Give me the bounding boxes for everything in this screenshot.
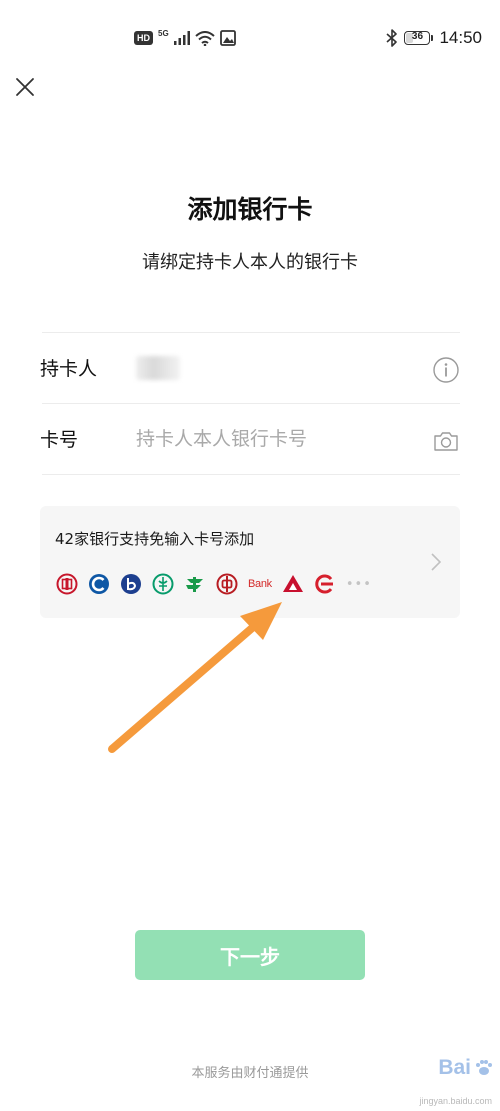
watermark: Bai xyxy=(438,1056,494,1080)
status-right-icons: 36 14:50 xyxy=(386,26,482,50)
next-step-button[interactable]: 下一步 xyxy=(135,930,365,980)
info-icon[interactable] xyxy=(432,356,460,384)
camera-icon[interactable] xyxy=(432,427,460,455)
paw-icon xyxy=(476,1060,492,1075)
network-type: 5G xyxy=(158,28,169,38)
bank-logo-list: Bank ••• xyxy=(56,573,372,595)
ccb-bank-icon xyxy=(89,574,109,594)
status-time: 14:50 xyxy=(439,28,482,47)
boc-bank-icon xyxy=(216,573,238,595)
card-holder-row: 持卡人 xyxy=(40,334,460,404)
wifi-icon xyxy=(195,30,215,46)
bank-text-logo: Bank xyxy=(248,578,272,590)
more-banks-indicator: ••• xyxy=(345,576,372,592)
card-holder-name-blurred xyxy=(136,356,180,380)
supported-banks-text: 42家银行支持免输入卡号添加 xyxy=(55,530,255,548)
close-icon[interactable] xyxy=(14,76,36,98)
watermark-url: jingyan.baidu.com xyxy=(419,1096,492,1106)
supported-banks-panel[interactable]: 42家银行支持免输入卡号添加 Bank ••• xyxy=(40,506,460,618)
battery-icon: 36 xyxy=(404,31,434,45)
card-number-row: 卡号 xyxy=(40,405,460,475)
page-title: 添加银行卡 xyxy=(187,195,313,224)
chevron-right-icon[interactable] xyxy=(430,552,442,572)
card-number-input[interactable] xyxy=(136,421,416,457)
signal-icon xyxy=(173,31,190,45)
divider xyxy=(42,403,460,404)
image-icon xyxy=(219,30,236,46)
service-provider-text: 本服务由财付通提供 xyxy=(191,1066,309,1081)
cmbc-bank-icon xyxy=(315,574,333,594)
card-holder-label: 持卡人 xyxy=(40,358,98,380)
bocom-bank-icon xyxy=(121,574,141,594)
icbc-bank-icon xyxy=(56,573,78,595)
citic-bank-icon xyxy=(282,575,303,592)
watermark-brand: Bai xyxy=(438,1056,471,1079)
abc-bank-icon xyxy=(152,573,174,595)
divider xyxy=(42,474,460,475)
hd-icon: HD xyxy=(134,31,153,45)
status-bar: HD 5G 36 14:50 xyxy=(0,0,500,76)
page-subtitle: 请绑定持卡人本人的银行卡 xyxy=(142,252,358,273)
bluetooth-icon xyxy=(386,29,398,47)
psbc-bank-icon xyxy=(186,577,203,592)
card-number-label: 卡号 xyxy=(40,429,79,451)
status-left-icons: HD 5G xyxy=(134,28,236,48)
divider xyxy=(42,332,460,333)
battery-level: 36 xyxy=(411,31,424,42)
